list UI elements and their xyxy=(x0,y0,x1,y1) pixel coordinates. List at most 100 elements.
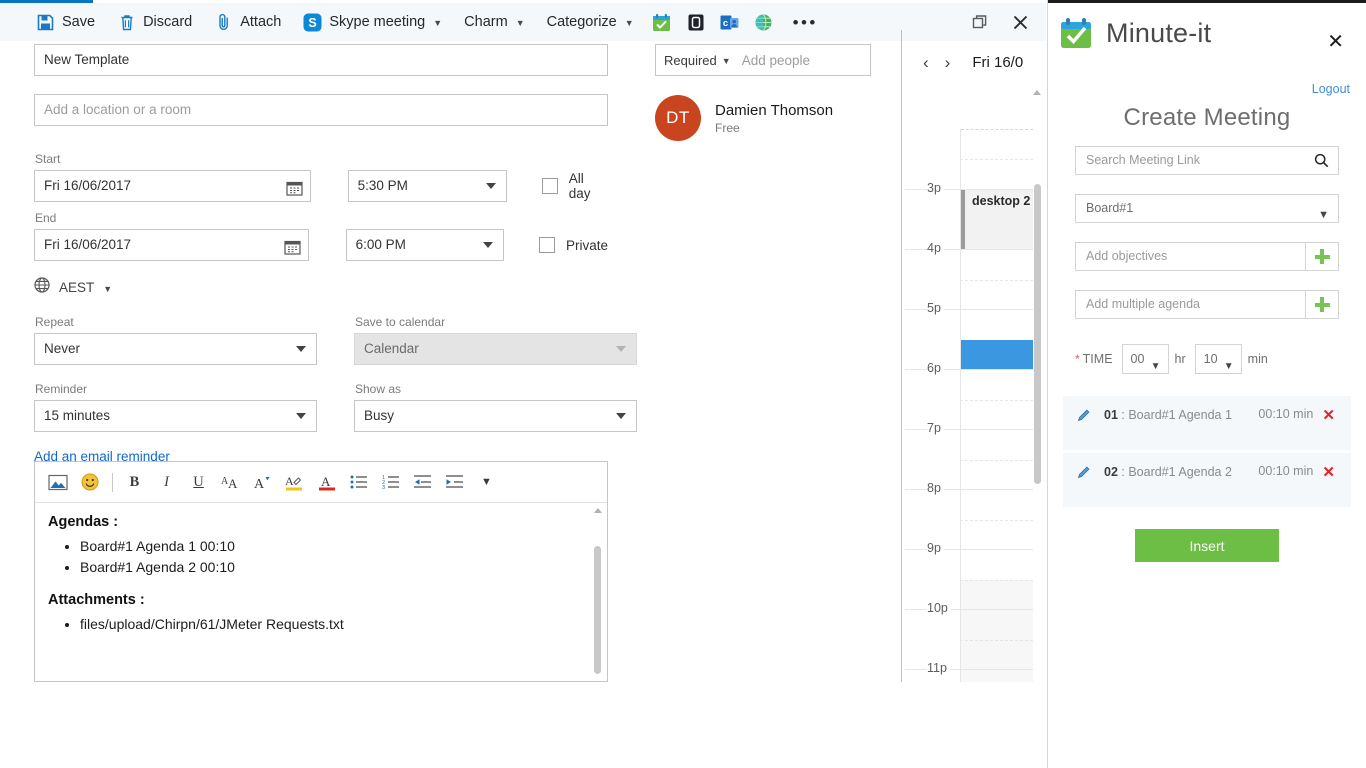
add-objective-button[interactable] xyxy=(1305,242,1339,271)
event-title-input[interactable]: New Template xyxy=(34,44,608,76)
globe-addin-icon[interactable] xyxy=(747,3,781,41)
scroll-up-icon[interactable] xyxy=(593,508,602,513)
end-date-input[interactable]: Fri 16/06/2017 xyxy=(34,229,309,261)
italic-icon[interactable]: I xyxy=(153,469,180,496)
all-day-checkbox[interactable]: All day xyxy=(542,171,608,201)
private-checkbox[interactable]: Private xyxy=(538,237,608,253)
add-agenda-button[interactable] xyxy=(1305,290,1339,319)
font-color-icon[interactable]: A xyxy=(313,469,340,496)
calendar-scroll-thumb[interactable] xyxy=(1034,184,1041,484)
start-row: Fri 16/06/2017 5:30 PM All day xyxy=(34,170,608,202)
insert-picture-icon[interactable] xyxy=(44,469,71,496)
prev-day-button[interactable]: ‹ xyxy=(923,54,929,71)
calendar-hour-row[interactable]: 11p xyxy=(905,661,1033,682)
calendar-hour-row[interactable]: 4p xyxy=(905,241,1033,309)
calendar-hour-row[interactable] xyxy=(905,129,1033,189)
more-commands-button[interactable]: ••• xyxy=(781,14,830,31)
board-select[interactable]: Board#1 ▼ xyxy=(1075,194,1339,223)
calendar-scroll-up-icon[interactable] xyxy=(1033,90,1041,95)
end-time-select[interactable]: 6:00 PM xyxy=(345,229,504,261)
pencil-icon[interactable] xyxy=(1077,406,1092,427)
add-people-field[interactable]: Required ▼ Add people xyxy=(655,44,871,76)
calendar-hour-row[interactable]: 9p xyxy=(905,541,1033,610)
calendar-hour-row[interactable]: 10p xyxy=(905,601,1033,670)
bulleted-list-icon[interactable] xyxy=(345,469,372,496)
show-as-select[interactable]: Busy xyxy=(354,400,637,432)
reminder-value: 15 minutes xyxy=(44,408,111,423)
minutes-select[interactable]: 10 ▼ xyxy=(1194,344,1242,374)
chevron-down-icon xyxy=(296,413,306,419)
chevron-down-icon: ▼ xyxy=(103,283,113,294)
skype-meeting-button[interactable]: S Skype meeting ▼ xyxy=(292,3,453,41)
editor-scrollbar[interactable] xyxy=(592,508,603,677)
delete-icon[interactable]: ✕ xyxy=(1322,406,1335,424)
more-formatting-icon[interactable]: ▼ xyxy=(473,469,500,496)
location-input[interactable]: Add a location or a room xyxy=(34,94,608,126)
editor-body[interactable]: Agendas : Board#1 Agenda 1 00:10 Board#1… xyxy=(35,503,607,681)
calendar-hour-row[interactable]: 6p xyxy=(905,361,1033,429)
list-item[interactable]: 01 : Board#1 Agenda 1 00:10 min ✕ xyxy=(1063,396,1351,450)
outdent-icon[interactable] xyxy=(409,469,436,496)
required-dropdown[interactable]: Required ▼ xyxy=(664,53,731,68)
logout-link[interactable]: Logout xyxy=(1312,82,1350,96)
calendar-hour-row[interactable]: 8p xyxy=(905,481,1033,549)
indent-icon[interactable] xyxy=(441,469,468,496)
start-date-input[interactable]: Fri 16/06/2017 xyxy=(34,170,311,202)
chevron-down-icon: ▼ xyxy=(515,18,525,28)
font-grow-icon[interactable]: A xyxy=(249,469,276,496)
highlight-icon[interactable]: A xyxy=(281,469,308,496)
attach-button[interactable]: Attach xyxy=(203,3,292,41)
repeat-select[interactable]: Never xyxy=(34,333,317,365)
calendar-hour-row[interactable]: 3p desktop 2 xyxy=(905,181,1033,250)
scroll-thumb[interactable] xyxy=(594,546,601,674)
hours-select[interactable]: 00 ▼ xyxy=(1121,344,1169,374)
restore-icon[interactable] xyxy=(960,3,1000,41)
save-label: Save xyxy=(62,13,96,30)
close-icon[interactable] xyxy=(1000,3,1040,41)
outlook-addin-icon[interactable]: c xyxy=(713,3,747,41)
reminder-showas-row: Reminder 15 minutes Show as Busy xyxy=(34,382,637,432)
all-day-label: All day xyxy=(568,171,591,201)
repeat-label: Repeat xyxy=(35,315,74,329)
calendar-half-hour-line xyxy=(960,159,1033,160)
required-mark: * xyxy=(1075,352,1080,366)
list-item[interactable]: DT Damien Thomson Free xyxy=(655,95,871,141)
calendar-event-current[interactable] xyxy=(961,340,1033,370)
underline-icon[interactable]: U xyxy=(185,469,212,496)
pencil-icon[interactable] xyxy=(1077,463,1092,484)
calendar-half-hour-line xyxy=(960,460,1033,461)
end-label: End xyxy=(35,211,57,225)
bold-icon[interactable]: B xyxy=(121,469,148,496)
agenda-title: Board#1 Agenda 2 xyxy=(1128,465,1232,479)
calendar-event-desktop[interactable]: desktop 2 xyxy=(961,190,1033,250)
discard-button[interactable]: Discard xyxy=(106,3,203,41)
start-time-select[interactable]: 5:30 PM xyxy=(347,170,508,202)
charm-button[interactable]: Charm ▼ xyxy=(453,3,535,41)
categorize-button[interactable]: Categorize ▼ xyxy=(536,3,645,41)
chevron-down-icon: ▼ xyxy=(1150,361,1161,372)
agenda-input[interactable]: Add multiple agenda xyxy=(1075,290,1305,319)
reminder-select[interactable]: 15 minutes xyxy=(34,400,317,432)
list-item[interactable]: 02 : Board#1 Agenda 2 00:10 min ✕ xyxy=(1063,453,1351,507)
close-icon[interactable]: ✕ xyxy=(1327,32,1344,52)
font-size-icon[interactable]: AA xyxy=(217,469,244,496)
editor-toolbar: B I U AA A A A 123 ▼ xyxy=(35,462,607,503)
next-day-button[interactable]: › xyxy=(945,54,951,71)
save-to-calendar-select[interactable]: Calendar xyxy=(354,333,637,365)
emoji-icon[interactable] xyxy=(76,469,103,496)
calendar-icon xyxy=(283,237,301,267)
boomerang-addin-icon[interactable] xyxy=(679,3,713,41)
search-input[interactable]: Search Meeting Link xyxy=(1075,146,1339,175)
minute-it-addin-icon[interactable] xyxy=(645,3,679,41)
insert-button[interactable]: Insert xyxy=(1135,529,1279,562)
calendar-hour-label: 8p xyxy=(927,481,944,495)
numbered-list-icon[interactable]: 123 xyxy=(377,469,404,496)
save-button[interactable]: Save xyxy=(25,3,106,41)
objectives-input[interactable]: Add objectives xyxy=(1075,242,1305,271)
delete-icon[interactable]: ✕ xyxy=(1322,463,1335,481)
calendar-hour-row[interactable]: 5p xyxy=(905,301,1033,370)
search-icon[interactable] xyxy=(1314,153,1329,173)
calendar-hour-row[interactable]: 7p xyxy=(905,421,1033,489)
panel-divider xyxy=(901,30,902,682)
timezone-selector[interactable]: AEST ▼ xyxy=(34,277,608,298)
